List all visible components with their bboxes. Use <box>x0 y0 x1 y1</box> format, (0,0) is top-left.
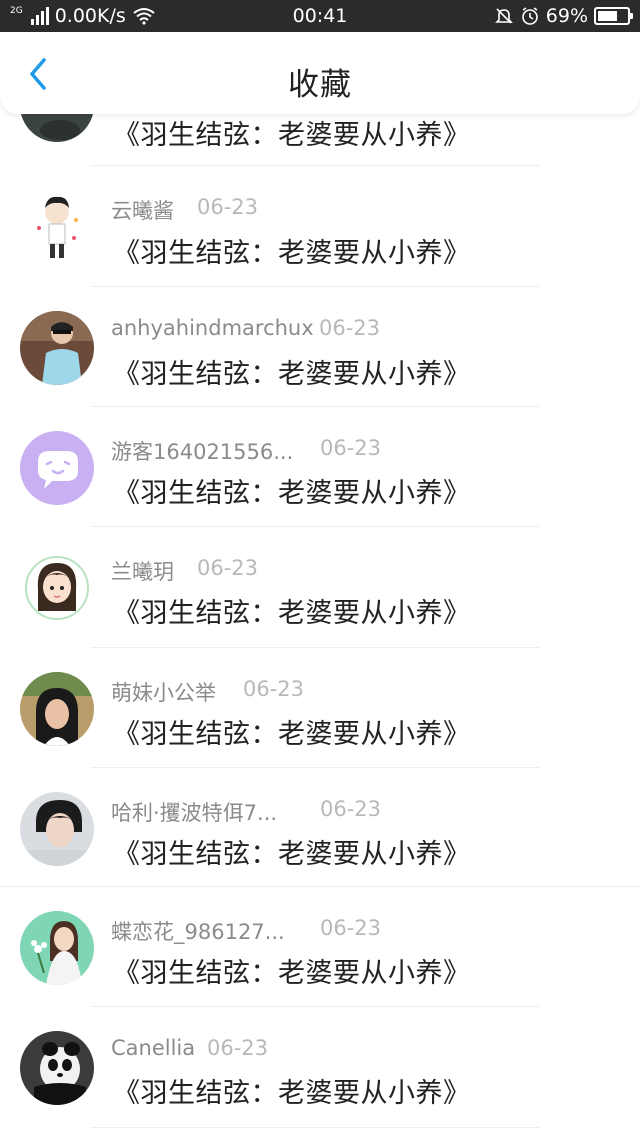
status-bar: 2G 0.00K/s 00:41 69% <box>0 0 640 32</box>
divider <box>90 526 540 527</box>
divider <box>90 1006 540 1007</box>
list-item[interactable]: 云曦酱 06-23 《羽生结弦：老婆要从小养》 <box>0 190 640 310</box>
network-type: 2G <box>10 6 23 16</box>
avatar[interactable] <box>20 1031 94 1105</box>
network-speed: 0.00K/s <box>54 5 126 27</box>
divider <box>90 165 540 166</box>
divider <box>90 767 540 768</box>
list-item[interactable]: 哈利·攫波特佴7... 06-23 《羽生结弦：老婆要从小养》 <box>0 792 640 912</box>
book-title[interactable]: 《羽生结弦：老婆要从小养》 <box>113 113 471 152</box>
date: 06-23 <box>207 1036 269 1060</box>
signal-icon <box>30 7 49 25</box>
list-item[interactable]: 萌妹小公举 06-23 《羽生结弦：老婆要从小养》 <box>0 672 640 792</box>
divider <box>90 286 540 287</box>
favorites-screen: 《羽生结弦：老婆要从小养》 云曦酱 06-23 《羽生结弦：老婆要从小养》 an… <box>0 0 640 1138</box>
battery-percent: 69% <box>545 5 588 27</box>
avatar[interactable] <box>20 551 94 625</box>
page-title: 收藏 <box>288 67 352 103</box>
username[interactable]: 游客164021556... <box>111 436 293 466</box>
date: 06-23 <box>319 316 381 340</box>
book-title[interactable]: 《羽生结弦：老婆要从小养》 <box>113 832 471 871</box>
book-title[interactable]: 《羽生结弦：老婆要从小养》 <box>113 1071 471 1110</box>
username[interactable]: 云曦酱 <box>111 195 174 225</box>
book-title[interactable]: 《羽生结弦：老婆要从小养》 <box>113 712 471 751</box>
avatar[interactable] <box>20 911 94 985</box>
list-item[interactable]: anhyahindmarchux 06-23 《羽生结弦：老婆要从小养》 <box>0 311 640 431</box>
wifi-icon <box>133 8 155 25</box>
username[interactable]: 哈利·攫波特佴7... <box>111 797 277 827</box>
divider <box>90 647 540 648</box>
avatar[interactable] <box>20 792 94 866</box>
username[interactable]: anhyahindmarchux <box>111 316 314 340</box>
avatar[interactable] <box>20 431 94 505</box>
list-item[interactable]: 蝶恋花_986127... 06-23 《羽生结弦：老婆要从小养》 <box>0 911 640 1031</box>
date: 06-23 <box>197 556 259 580</box>
date: 06-23 <box>320 916 382 940</box>
battery-fill <box>598 11 618 21</box>
date: 06-23 <box>243 677 305 701</box>
username[interactable]: 蝶恋花_986127... <box>111 916 285 946</box>
date: 06-23 <box>320 436 382 460</box>
alarm-icon <box>521 7 538 25</box>
avatar[interactable] <box>20 311 94 385</box>
username[interactable]: 兰曦玥 <box>111 556 174 586</box>
list-item[interactable]: 兰曦玥 06-23 《羽生结弦：老婆要从小养》 <box>0 551 640 671</box>
book-title[interactable]: 《羽生结弦：老婆要从小养》 <box>113 231 471 270</box>
book-title[interactable]: 《羽生结弦：老婆要从小养》 <box>113 951 471 990</box>
divider <box>90 1127 540 1128</box>
mute-bell-icon <box>494 8 513 24</box>
avatar[interactable] <box>20 672 94 746</box>
divider <box>0 886 640 887</box>
book-title[interactable]: 《羽生结弦：老婆要从小养》 <box>113 352 471 391</box>
list-item[interactable]: 游客164021556... 06-23 《羽生结弦：老婆要从小养》 <box>0 431 640 551</box>
username[interactable]: Canellia <box>111 1036 195 1060</box>
avatar[interactable] <box>20 190 94 264</box>
date: 06-23 <box>320 797 382 821</box>
date: 06-23 <box>197 195 259 219</box>
battery-icon <box>594 7 633 25</box>
app-header: 收藏 <box>0 32 640 114</box>
book-title[interactable]: 《羽生结弦：老婆要从小养》 <box>113 591 471 630</box>
list-item[interactable]: Canellia 06-23 《羽生结弦：老婆要从小养》 <box>0 1031 640 1138</box>
divider <box>90 406 540 407</box>
book-title[interactable]: 《羽生结弦：老婆要从小养》 <box>113 471 471 510</box>
username[interactable]: 萌妹小公举 <box>111 677 216 707</box>
